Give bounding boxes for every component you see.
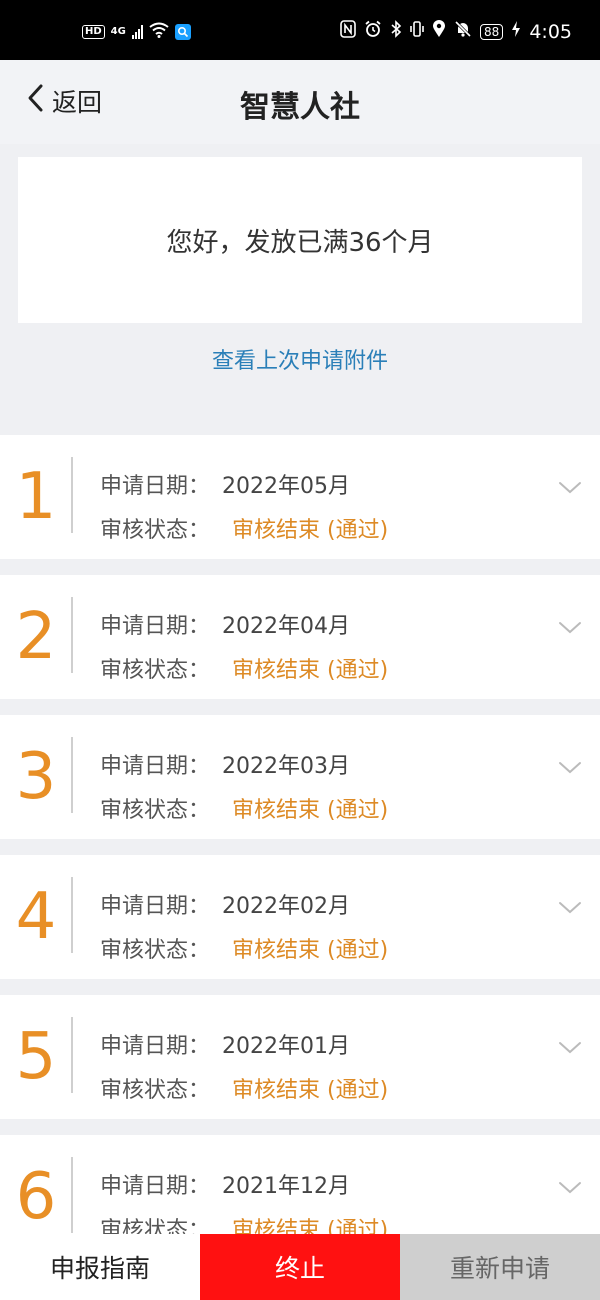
mute-bell-icon (454, 20, 472, 43)
record-status: 审核状态： 审核结束 (通过) (100, 512, 388, 544)
record-status: 审核状态： 审核结束 (通过) (100, 932, 388, 964)
record-date: 申请日期： 2021年12月 (100, 1168, 350, 1200)
record-index: 2 (15, 600, 57, 674)
view-last-attachment-link[interactable]: 查看上次申请附件 (0, 343, 600, 375)
list-item[interactable]: 2 申请日期： 2022年04月 审核状态： 审核结束 (通过) (0, 575, 600, 699)
divider (71, 1157, 73, 1233)
status-label: 审核状态： (100, 798, 211, 823)
record-index: 4 (15, 880, 57, 954)
list-item[interactable]: 3 申请日期： 2022年03月 审核状态： 审核结束 (通过) (0, 715, 600, 839)
list-item[interactable]: 5 申请日期： 2022年01月 审核状态： 审核结束 (通过) (0, 995, 600, 1119)
date-label: 申请日期： (100, 474, 211, 499)
divider (71, 457, 73, 533)
date-value: 2022年05月 (222, 474, 350, 499)
status-label: 审核状态： (100, 658, 211, 683)
search-badge-icon (174, 24, 191, 40)
signal-icon (131, 25, 143, 39)
vibrate-icon (410, 20, 424, 43)
date-value: 2022年01月 (222, 1034, 350, 1059)
date-value: 2022年04月 (222, 614, 350, 639)
record-date: 申请日期： 2022年02月 (100, 888, 350, 920)
stop-button[interactable]: 终止 (200, 1234, 400, 1300)
date-value: 2022年02月 (222, 894, 350, 919)
list-item[interactable]: 1 申请日期： 2022年05月 审核状态： 审核结束 (通过) (0, 435, 600, 559)
divider (71, 1017, 73, 1093)
date-label: 申请日期： (100, 614, 211, 639)
alarm-icon (364, 20, 382, 43)
status-value: 审核结束 (通过) (232, 798, 389, 823)
message-text: 您好，发放已满36个月 (166, 227, 434, 258)
record-status: 审核状态： 审核结束 (通过) (100, 652, 388, 684)
location-icon (432, 20, 446, 43)
chevron-down-icon[interactable] (558, 475, 582, 499)
chevron-down-icon[interactable] (558, 1035, 582, 1059)
guide-button[interactable]: 申报指南 (0, 1234, 200, 1300)
nfc-icon (340, 20, 356, 43)
status-left-icons: HD 4G (82, 22, 191, 42)
record-date: 申请日期： 2022年05月 (100, 468, 350, 500)
divider (71, 597, 73, 673)
nav-bar: 返回 智慧人社 (0, 60, 600, 144)
charging-icon (511, 20, 521, 43)
record-date: 申请日期： 2022年01月 (100, 1028, 350, 1060)
network-type: 4G (110, 26, 126, 37)
hd-icon: HD (82, 25, 105, 39)
clock-time: 4:05 (529, 20, 572, 43)
date-label: 申请日期： (100, 1174, 211, 1199)
date-label: 申请日期： (100, 1034, 211, 1059)
record-date: 申请日期： 2022年03月 (100, 748, 350, 780)
page-title: 智慧人社 (240, 90, 360, 125)
chevron-down-icon[interactable] (558, 895, 582, 919)
reapply-button[interactable]: 重新申请 (400, 1234, 600, 1300)
record-index: 3 (15, 740, 57, 814)
date-value: 2021年12月 (222, 1174, 350, 1199)
chevron-down-icon[interactable] (558, 755, 582, 779)
chevron-down-icon[interactable] (558, 615, 582, 639)
list-item[interactable]: 4 申请日期： 2022年02月 审核状态： 审核结束 (通过) (0, 855, 600, 979)
battery-icon: 88 (480, 23, 504, 40)
status-label: 审核状态： (100, 1078, 211, 1103)
status-right-icons: 88 4:05 (340, 20, 572, 43)
record-index: 5 (15, 1020, 57, 1094)
record-date: 申请日期： 2022年04月 (100, 608, 350, 640)
date-label: 申请日期： (100, 754, 211, 779)
status-value: 审核结束 (通过) (232, 518, 389, 543)
status-value: 审核结束 (通过) (232, 938, 389, 963)
divider (71, 877, 73, 953)
status-label: 审核状态： (100, 518, 211, 543)
status-label: 审核状态： (100, 938, 211, 963)
chevron-down-icon[interactable] (558, 1175, 582, 1199)
date-value: 2022年03月 (222, 754, 350, 779)
message-card: 您好，发放已满36个月 (18, 157, 582, 323)
status-value: 审核结束 (通过) (232, 658, 389, 683)
record-index: 6 (15, 1160, 57, 1234)
record-status: 审核状态： 审核结束 (通过) (100, 792, 388, 824)
record-index: 1 (15, 460, 57, 534)
record-status: 审核状态： 审核结束 (通过) (100, 1072, 388, 1104)
bottom-action-bar: 申报指南 终止 重新申请 (0, 1234, 600, 1300)
wifi-icon (149, 22, 169, 42)
divider (71, 737, 73, 813)
date-label: 申请日期： (100, 894, 211, 919)
status-bar: HD 4G 88 4:05 (0, 0, 600, 60)
status-value: 审核结束 (通过) (232, 1078, 389, 1103)
bluetooth-icon (390, 20, 402, 43)
